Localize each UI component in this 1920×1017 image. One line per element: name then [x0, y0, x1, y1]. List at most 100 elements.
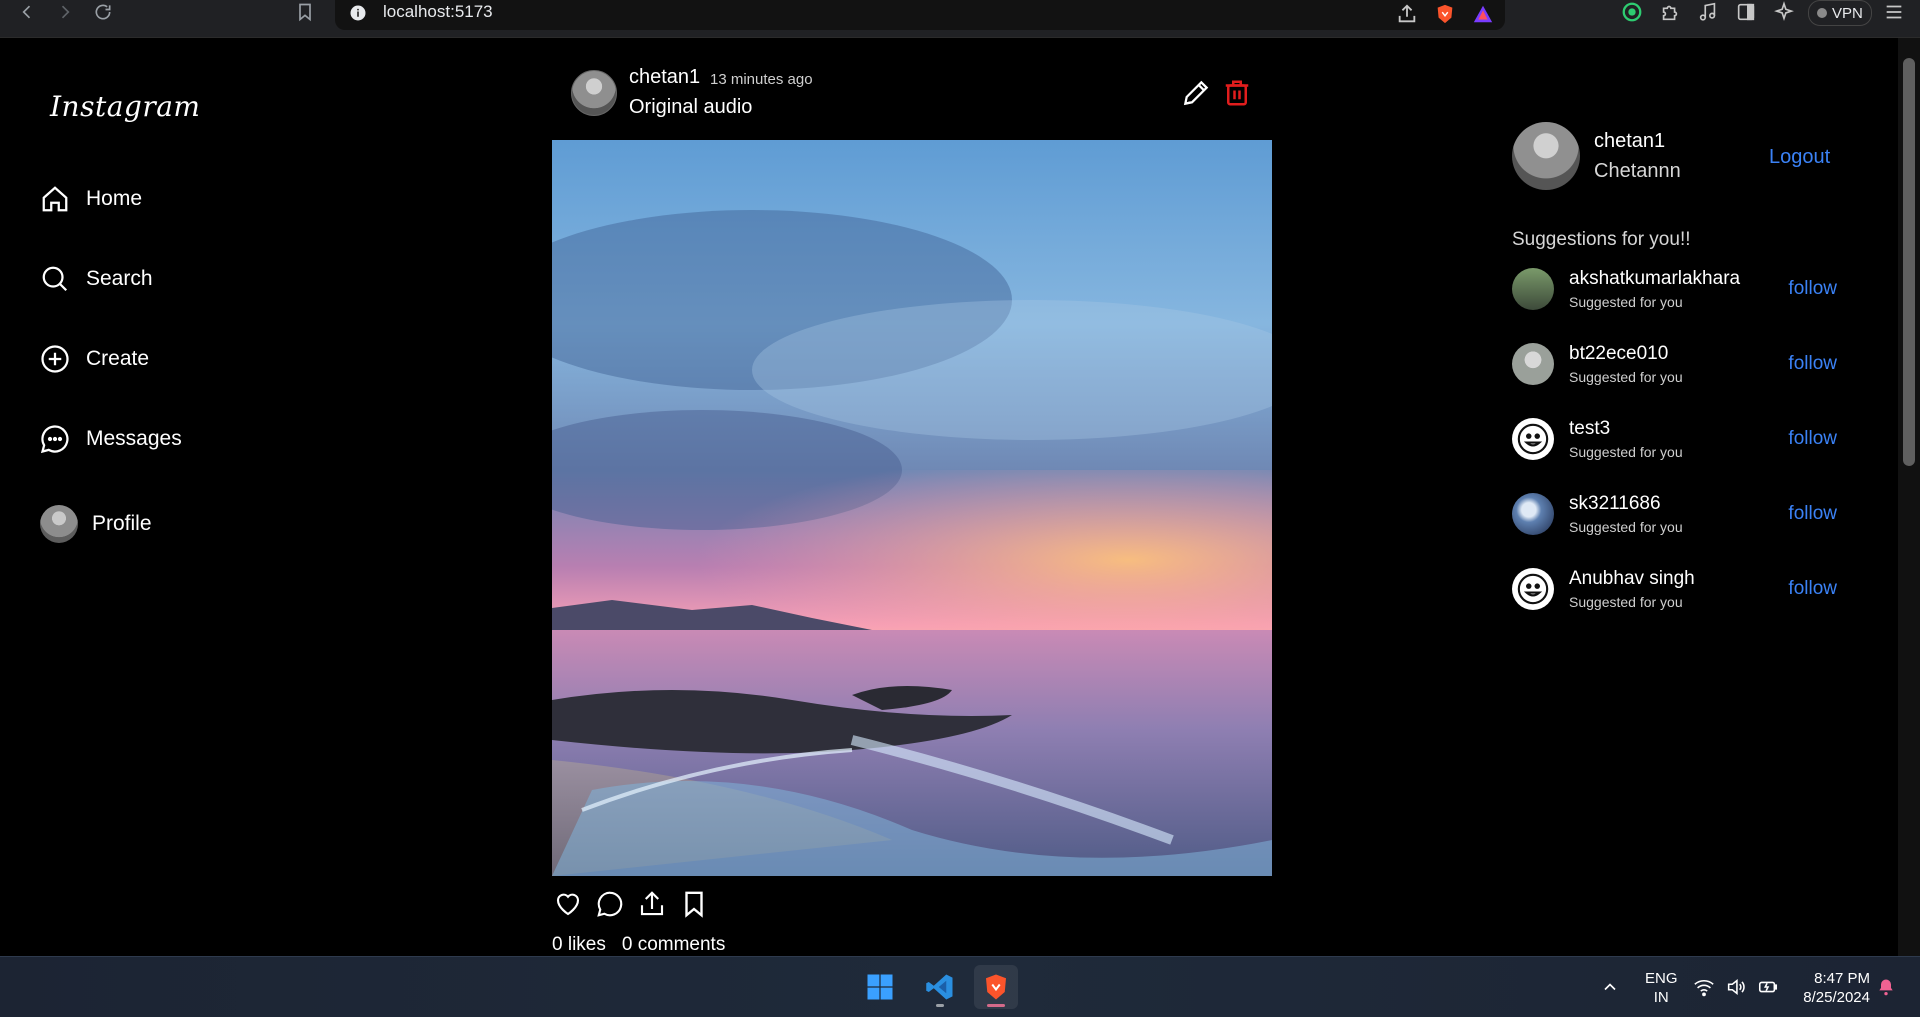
brave-shields-icon[interactable] — [1433, 2, 1457, 26]
logout-button[interactable]: Logout — [1769, 146, 1830, 169]
suggestion-username[interactable]: akshatkumarlakhara — [1569, 268, 1740, 290]
clock-time: 8:47 PM — [1814, 970, 1870, 987]
vpn-label: VPN — [1832, 4, 1863, 22]
post-image[interactable] — [552, 140, 1272, 876]
sparkle-icon[interactable] — [1772, 0, 1796, 24]
hamburger-icon — [1886, 5, 1902, 19]
like-button[interactable] — [552, 888, 584, 920]
trash-icon[interactable] — [1222, 77, 1252, 109]
taskbar-brave[interactable] — [974, 965, 1018, 1009]
info-icon[interactable] — [349, 4, 367, 22]
chevron-up-icon — [1604, 983, 1616, 991]
comment-button[interactable] — [594, 888, 626, 920]
battery-icon — [1758, 981, 1778, 993]
suggestion-username[interactable]: sk3211686 — [1569, 493, 1661, 515]
brave-rewards-icon[interactable] — [1471, 2, 1495, 26]
comment-icon — [597, 891, 623, 917]
plus-circle-icon — [41, 345, 69, 373]
start-button[interactable] — [858, 965, 902, 1009]
follow-button[interactable]: follow — [1788, 278, 1837, 300]
avatar[interactable] — [1512, 418, 1554, 460]
suggestion-item: test3 Suggested for you follow — [1512, 418, 1837, 466]
message-icon — [40, 425, 69, 454]
smiley-icon — [1517, 423, 1549, 455]
brave-icon — [986, 974, 1006, 1000]
forward-button[interactable] — [50, 0, 80, 24]
follow-button[interactable]: follow — [1788, 353, 1837, 375]
system-tray[interactable] — [1693, 957, 1779, 1017]
language-code: ENG — [1645, 970, 1678, 987]
system-clock[interactable]: 8:47 PM 8/25/2024 — [1790, 969, 1870, 1007]
taskbar-vscode[interactable] — [918, 965, 962, 1009]
likes-count[interactable]: 0 likes — [552, 934, 606, 956]
suggestion-subtitle: Suggested for you — [1569, 519, 1683, 535]
suggestion-subtitle: Suggested for you — [1569, 444, 1683, 460]
heart-icon — [556, 893, 580, 916]
sidebar-item-label: Search — [86, 267, 153, 290]
vpn-button[interactable]: VPN — [1808, 0, 1872, 26]
post-timestamp: 13 minutes ago — [710, 71, 813, 88]
bookmark-icon — [685, 891, 703, 918]
sidebar-item-create[interactable]: Create — [40, 344, 149, 374]
extension-circle-icon[interactable] — [1620, 0, 1644, 24]
suggestion-item: Anubhav singh Suggested for you follow — [1512, 568, 1837, 616]
running-indicator — [936, 1004, 944, 1007]
sidebar-item-label: Messages — [86, 427, 182, 450]
current-user-avatar[interactable] — [1512, 122, 1580, 190]
vscode-icon — [926, 974, 953, 1000]
active-indicator — [987, 1004, 1005, 1007]
back-button[interactable] — [12, 0, 42, 24]
save-button[interactable] — [678, 888, 710, 920]
current-username[interactable]: chetan1 — [1594, 130, 1665, 153]
sidebar-item-messages[interactable]: Messages — [40, 424, 182, 454]
follow-button[interactable]: follow — [1788, 503, 1837, 525]
browser-menu-button[interactable] — [1880, 0, 1908, 24]
sidebar-panel-icon[interactable] — [1734, 0, 1758, 24]
music-icon[interactable] — [1696, 0, 1720, 24]
avatar — [40, 505, 78, 543]
current-full-name: Chetannn — [1594, 160, 1681, 182]
share-icon[interactable] — [1395, 2, 1419, 26]
avatar[interactable] — [1512, 568, 1554, 610]
address-bar[interactable]: localhost:5173 — [335, 0, 1505, 30]
follow-button[interactable]: follow — [1788, 428, 1837, 450]
avatar[interactable] — [1512, 493, 1554, 535]
bookmark-page-button[interactable] — [290, 0, 320, 24]
share-icon — [640, 891, 664, 916]
comments-count[interactable]: 0 comments — [622, 934, 725, 956]
windows-icon — [867, 974, 893, 1000]
suggestion-username[interactable]: bt22ece010 — [1569, 343, 1668, 365]
post-username[interactable]: chetan1 — [629, 66, 700, 89]
suggestion-subtitle: Suggested for you — [1569, 594, 1683, 610]
follow-button[interactable]: follow — [1788, 578, 1837, 600]
sidebar-item-label: Profile — [92, 512, 152, 535]
avatar[interactable] — [1512, 268, 1554, 310]
wifi-icon — [1694, 980, 1714, 997]
reload-icon — [95, 4, 111, 20]
tray-overflow[interactable] — [1600, 957, 1620, 1017]
sidebar-item-profile[interactable]: Profile — [40, 505, 152, 543]
reload-button[interactable] — [88, 0, 118, 24]
avatar[interactable] — [1512, 343, 1554, 385]
region-code: IN — [1653, 989, 1669, 1006]
suggestion-subtitle: Suggested for you — [1569, 294, 1683, 310]
pencil-icon[interactable] — [1180, 77, 1212, 109]
post-audio[interactable]: Original audio — [629, 96, 752, 119]
sidebar-item-label: Create — [86, 347, 150, 370]
instagram-logo[interactable]: Instagram — [50, 90, 200, 123]
suggestion-username[interactable]: test3 — [1569, 418, 1610, 440]
scrollbar-thumb[interactable] — [1903, 58, 1915, 466]
notifications-button[interactable] — [1876, 957, 1896, 1017]
language-indicator[interactable]: ENG IN — [1645, 969, 1678, 1007]
chevron-right-icon — [61, 5, 70, 19]
volume-icon — [1727, 978, 1745, 996]
post-author-avatar[interactable] — [571, 70, 617, 116]
sidebar-item-home[interactable]: Home — [40, 184, 142, 214]
bookmark-icon — [299, 3, 311, 22]
page-scrollbar[interactable] — [1898, 38, 1920, 956]
sidebar-item-label: Home — [86, 187, 143, 210]
suggestion-username[interactable]: Anubhav singh — [1569, 568, 1695, 590]
share-button[interactable] — [636, 888, 668, 920]
puzzle-icon[interactable] — [1658, 0, 1682, 24]
sidebar-item-search[interactable]: Search — [40, 264, 153, 294]
